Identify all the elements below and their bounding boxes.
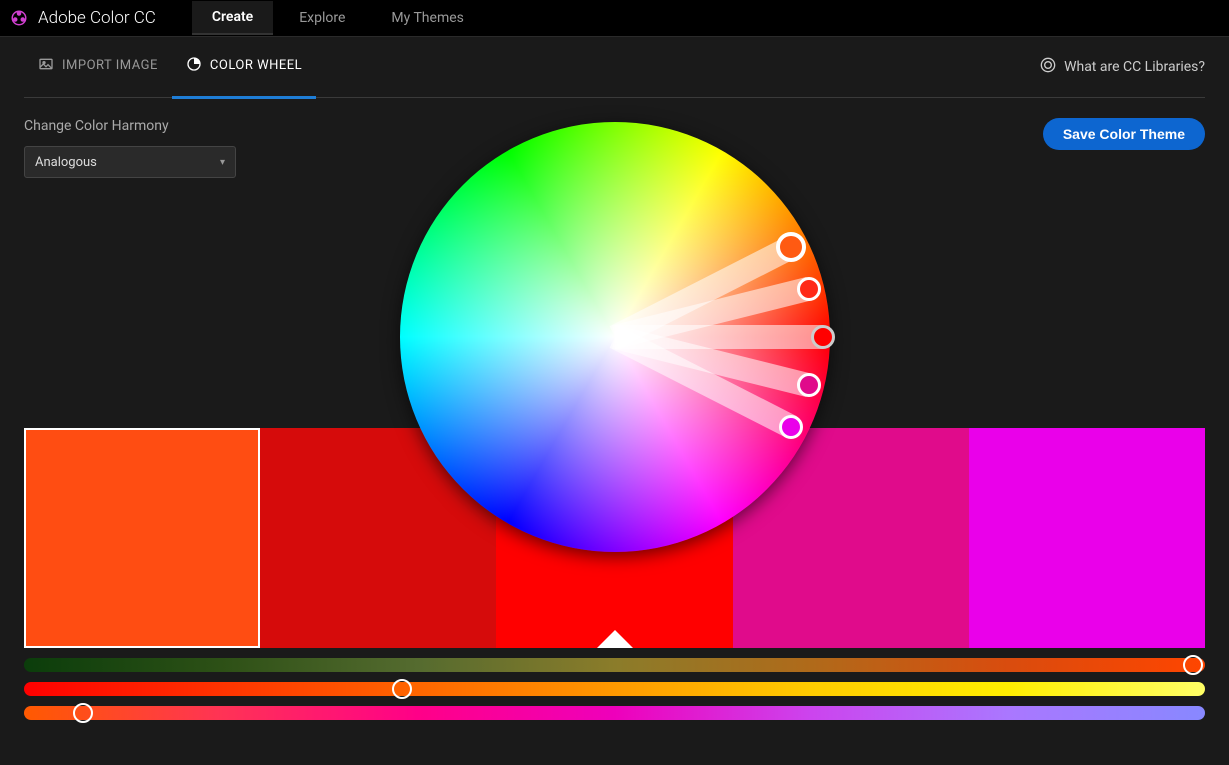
top-nav: Adobe Color CC Create Explore My Themes	[0, 0, 1229, 37]
slider-knob[interactable]	[1183, 655, 1203, 675]
base-color-caret-icon	[597, 630, 633, 648]
wheel-handle-1[interactable]	[776, 232, 806, 262]
wheel-handle-3[interactable]	[811, 325, 835, 349]
swatch-1[interactable]	[24, 428, 260, 648]
wheel-handle-4[interactable]	[797, 373, 821, 397]
color-wheel-container	[400, 122, 830, 552]
adobe-color-logo-icon	[10, 9, 28, 27]
tab-wheel-label: COLOR WHEEL	[210, 58, 302, 73]
swatch-5[interactable]	[969, 428, 1205, 648]
slider-2[interactable]	[24, 682, 1205, 696]
cc-libraries-label: What are CC Libraries?	[1064, 59, 1205, 75]
chevron-down-icon: ▾	[220, 157, 225, 168]
slider-knob[interactable]	[73, 703, 93, 723]
color-wheel[interactable]	[400, 122, 830, 552]
nav-create[interactable]: Create	[192, 1, 273, 35]
cc-libraries-link[interactable]: What are CC Libraries?	[1040, 57, 1205, 77]
nav-explore[interactable]: Explore	[279, 2, 365, 34]
harmony-selected-value: Analogous	[35, 155, 97, 170]
nav-my-themes[interactable]: My Themes	[371, 2, 483, 34]
slider-knob[interactable]	[392, 679, 412, 699]
wheel-handle-2[interactable]	[797, 277, 821, 301]
cc-icon	[1040, 57, 1056, 77]
slider-3[interactable]	[24, 706, 1205, 720]
tab-import-image[interactable]: IMPORT IMAGE	[24, 36, 172, 99]
pie-icon	[186, 56, 202, 76]
slider-1[interactable]	[24, 658, 1205, 672]
save-color-theme-button[interactable]: Save Color Theme	[1043, 118, 1205, 150]
app-title: Adobe Color CC	[38, 8, 156, 28]
image-icon	[38, 56, 54, 76]
main-area: Change Color Harmony Analogous ▾ Save Co…	[0, 98, 1229, 178]
tab-import-label: IMPORT IMAGE	[62, 58, 158, 73]
harmony-select[interactable]: Analogous ▾	[24, 146, 236, 178]
wheel-handle-5[interactable]	[779, 415, 803, 439]
tab-color-wheel[interactable]: COLOR WHEEL	[172, 36, 316, 99]
sub-tabs: IMPORT IMAGE COLOR WHEEL What are CC Lib…	[24, 37, 1205, 98]
slider-group	[24, 658, 1205, 720]
